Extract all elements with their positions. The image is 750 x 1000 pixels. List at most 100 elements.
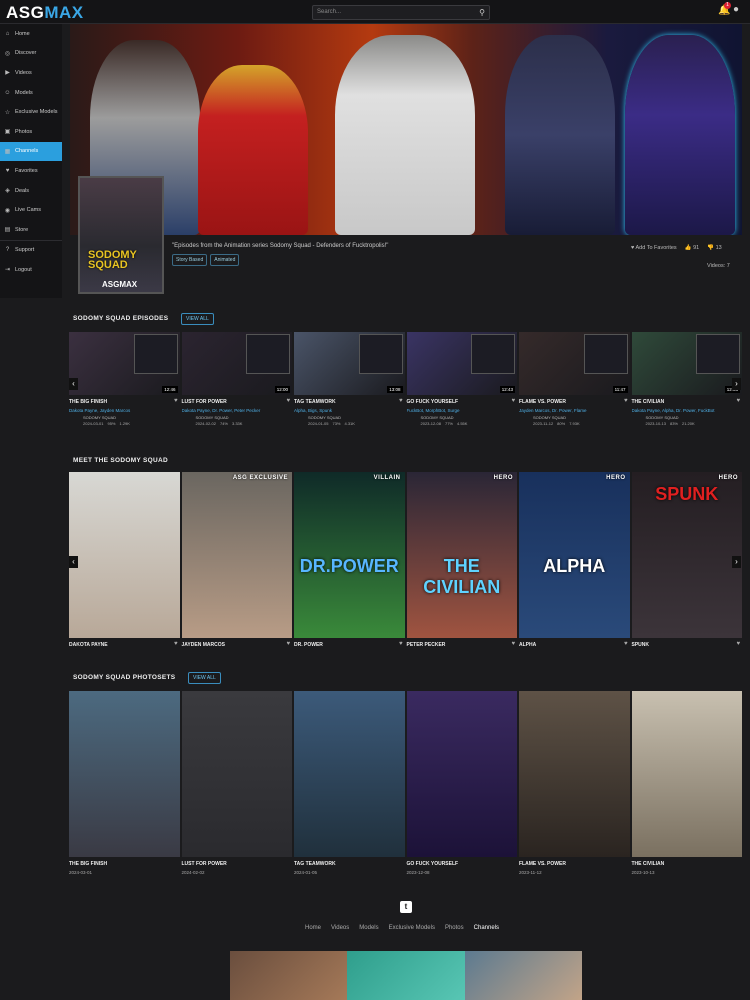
photoset-thumbnail[interactable] bbox=[294, 691, 405, 857]
photoset-title[interactable]: FLAME VS. POWER bbox=[519, 861, 630, 867]
favorite-heart-icon[interactable]: ♥ bbox=[736, 398, 740, 404]
sidebar-item-channels[interactable]: ▦ Channels bbox=[0, 141, 62, 162]
sidebar-item-photos[interactable]: ▣ Photos bbox=[0, 122, 62, 142]
episode-studio[interactable]: SODOMY SQUAD bbox=[533, 415, 630, 420]
footer-link-exclusive-models[interactable]: Exclusive Models bbox=[389, 925, 435, 931]
footer-link-models[interactable]: Models bbox=[359, 925, 378, 931]
site-logo[interactable]: ASGMAX bbox=[6, 3, 84, 23]
sidebar-item-logout[interactable]: ⇥ Logout bbox=[0, 260, 62, 280]
episode-studio[interactable]: SODOMY SQUAD bbox=[646, 415, 743, 420]
squad-next-arrow[interactable]: › bbox=[732, 556, 741, 568]
footer-link-channels[interactable]: Channels bbox=[474, 925, 499, 931]
squad-prev-arrow[interactable]: ‹ bbox=[69, 556, 78, 568]
squad-member-name[interactable]: ALPHA bbox=[519, 642, 630, 648]
photoset-card[interactable]: TAG TEAMWORK 2024-01-05 bbox=[294, 691, 405, 875]
sidebar-item-videos[interactable]: ▶ Videos bbox=[0, 63, 62, 83]
add-favorites-button[interactable]: ♥ Add To Favorites bbox=[631, 245, 677, 251]
favorite-heart-icon[interactable]: ♥ bbox=[624, 398, 628, 404]
episode-title[interactable]: GO FUCK YOURSELF bbox=[407, 399, 518, 405]
tag-chip[interactable]: Story Based bbox=[172, 254, 208, 266]
episode-title[interactable]: FLAME VS. POWER bbox=[519, 399, 630, 405]
search-icon[interactable]: ⚲ bbox=[479, 8, 485, 17]
episodes-view-all-button[interactable]: VIEW ALL bbox=[181, 313, 214, 325]
episode-thumbnail[interactable]: 11:47 bbox=[519, 332, 630, 395]
favorite-heart-icon[interactable]: ♥ bbox=[511, 641, 515, 647]
sidebar-item-discover[interactable]: ◎ Discover bbox=[0, 44, 62, 64]
promo-image[interactable] bbox=[347, 951, 465, 1000]
episode-models[interactable]: Dakota Payne, Alpha, Dr. Power, FuckBot bbox=[632, 408, 743, 413]
episode-title[interactable]: THE CIVILIAN bbox=[632, 399, 743, 405]
photoset-title[interactable]: THE CIVILIAN bbox=[632, 861, 743, 867]
episode-card[interactable]: 11:47 FLAME VS. POWER ♥ Jayden Marcos, Dr. … bbox=[519, 332, 630, 426]
photoset-card[interactable]: FLAME VS. POWER 2023-11-12 bbox=[519, 691, 630, 875]
sidebar-item-favorites[interactable]: ♥ Favorites bbox=[0, 161, 62, 181]
episode-models[interactable]: FuckBot, MorphBot, Surge bbox=[407, 408, 518, 413]
episode-models[interactable]: Dakota Payne, Dr. Power, Peter Pecker bbox=[182, 408, 293, 413]
photoset-thumbnail[interactable] bbox=[181, 691, 292, 857]
episodes-prev-arrow[interactable]: ‹ bbox=[69, 378, 78, 390]
episode-studio[interactable]: SODOMY SQUAD bbox=[308, 415, 405, 420]
episode-thumbnail[interactable]: 13:08 bbox=[294, 332, 405, 395]
episode-card[interactable]: 12:46 THE BIG FINISH ♥ Dakota Payne, Jayden… bbox=[69, 332, 180, 426]
episode-models[interactable]: Alpha, Bigs, Spunk bbox=[294, 408, 405, 413]
squad-member-name[interactable]: SPUNK bbox=[632, 642, 743, 648]
episode-studio[interactable]: SODOMY SQUAD bbox=[83, 415, 180, 420]
squad-member-name[interactable]: JAYDEN MARCOS bbox=[182, 642, 293, 648]
episode-title[interactable]: TAG TEAMWORK bbox=[294, 399, 405, 405]
favorite-heart-icon[interactable]: ♥ bbox=[286, 641, 290, 647]
squad-member-image[interactable]: HERO THE CIVILIAN bbox=[406, 472, 517, 638]
episode-thumbnail[interactable]: 12:43 bbox=[406, 332, 517, 395]
footer-link-home[interactable]: Home bbox=[305, 925, 321, 931]
photoset-title[interactable]: LUST FOR POWER bbox=[182, 861, 293, 867]
squad-member-card[interactable]: ASG EXCLUSIVE JAYDEN MARCOS ♥ bbox=[181, 472, 293, 648]
promo-image[interactable] bbox=[230, 951, 348, 1000]
squad-member-card[interactable]: HERO THE CIVILIAN PETER PECKER ♥ bbox=[406, 472, 518, 648]
episode-card[interactable]: 12:43 GO FUCK YOURSELF ♥ FuckBot, MorphBot,… bbox=[406, 332, 518, 426]
episode-models[interactable]: Jayden Marcos, Dr. Power, Flame bbox=[519, 408, 630, 413]
like-button[interactable]: 👍 91 bbox=[685, 245, 700, 251]
episode-studio[interactable]: SODOMY SQUAD bbox=[196, 415, 293, 420]
episode-card[interactable]: 12:08 THE CIVILIAN♥ Dakota Payne, Alpha, D… bbox=[631, 332, 743, 426]
sidebar-item-support[interactable]: ? Support bbox=[0, 241, 62, 261]
episode-card[interactable]: 13:08 TAG TEAMWORK ♥ Alpha, Bigs, Spunk SODO… bbox=[294, 332, 405, 426]
photoset-title[interactable]: THE BIG FINISH bbox=[69, 861, 180, 867]
photoset-card[interactable]: GO FUCK YOURSELF 2023-12-08 bbox=[406, 691, 517, 875]
dislike-button[interactable]: 👎 13 bbox=[707, 245, 722, 251]
sidebar-item-exclusive-models[interactable]: ☆ Exclusive Models bbox=[0, 102, 62, 122]
twitter-icon[interactable]: t bbox=[400, 901, 412, 913]
sidebar-item-deals[interactable]: ◈ Deals bbox=[0, 181, 62, 201]
episode-thumbnail[interactable]: 12:00 bbox=[181, 332, 292, 395]
favorite-heart-icon[interactable]: ♥ bbox=[174, 641, 178, 647]
squad-member-card[interactable]: HERO SPUNK SPUNK ♥ bbox=[631, 472, 743, 648]
tag-chip[interactable]: Animated bbox=[210, 254, 240, 266]
sidebar-item-store[interactable]: ▤ Store bbox=[0, 220, 62, 240]
promo-image[interactable] bbox=[464, 951, 582, 1000]
photoset-title[interactable]: TAG TEAMWORK bbox=[294, 861, 405, 867]
episode-title[interactable]: THE BIG FINISH bbox=[69, 399, 180, 405]
sidebar-item-home[interactable]: ⌂ Home bbox=[0, 24, 62, 44]
photoset-thumbnail[interactable] bbox=[406, 691, 517, 857]
favorite-heart-icon[interactable]: ♥ bbox=[399, 398, 403, 404]
favorite-heart-icon[interactable]: ♥ bbox=[511, 398, 515, 404]
episode-thumbnail[interactable]: 12:08 bbox=[631, 332, 742, 395]
episode-models[interactable]: Dakota Payne, Jayden Marcos bbox=[69, 408, 180, 413]
favorite-heart-icon[interactable]: ♥ bbox=[399, 641, 403, 647]
photoset-card[interactable]: THE BIG FINISH 2024-03-01 bbox=[69, 691, 180, 875]
squad-member-name[interactable]: PETER PECKER bbox=[407, 642, 518, 648]
photoset-thumbnail[interactable] bbox=[631, 691, 742, 857]
squad-member-name[interactable]: DAKOTA PAYNE bbox=[69, 642, 180, 648]
episode-title[interactable]: LUST FOR POWER bbox=[182, 399, 293, 405]
squad-member-image[interactable]: HERO ALPHA bbox=[519, 472, 630, 638]
photoset-thumbnail[interactable] bbox=[69, 691, 180, 857]
footer-promo-banner[interactable] bbox=[230, 951, 582, 1000]
episode-card[interactable]: 12:00 LUST FOR POWER ♥ Dakota Payne, Dr. Po… bbox=[181, 332, 293, 426]
sidebar-item-live-cams[interactable]: ◉ Live Cams bbox=[0, 200, 62, 220]
squad-member-name[interactable]: DR. POWER bbox=[294, 642, 405, 648]
squad-member-image[interactable]: VILLAIN DR.POWER bbox=[294, 472, 405, 638]
favorite-heart-icon[interactable]: ♥ bbox=[286, 398, 290, 404]
squad-member-card[interactable]: DAKOTA PAYNE ♥ bbox=[69, 472, 180, 648]
favorite-heart-icon[interactable]: ♥ bbox=[174, 398, 178, 404]
episodes-next-arrow[interactable]: › bbox=[732, 378, 741, 390]
squad-member-card[interactable]: VILLAIN DR.POWER DR. POWER ♥ bbox=[294, 472, 405, 648]
squad-member-image[interactable]: HERO SPUNK bbox=[631, 472, 742, 638]
